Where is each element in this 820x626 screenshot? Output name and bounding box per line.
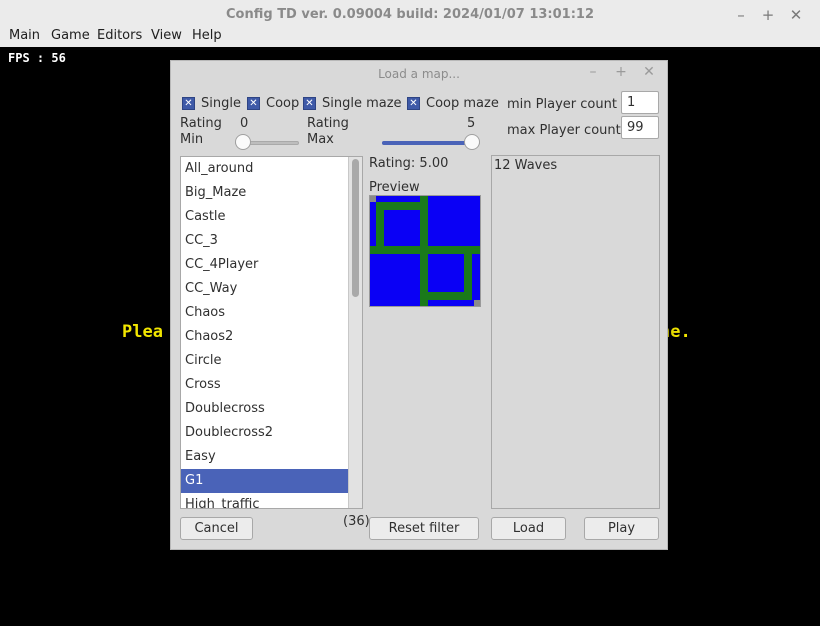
filter-coop-checkbox[interactable]: ✕ Coop bbox=[247, 95, 299, 111]
rating-min-label-line2: Min bbox=[180, 132, 204, 147]
max-player-input[interactable]: 99 bbox=[621, 116, 659, 139]
min-player-input[interactable]: 1 bbox=[621, 91, 659, 114]
map-list-item[interactable]: Castle bbox=[181, 205, 362, 229]
map-list-item[interactable]: CC_Way bbox=[181, 277, 362, 301]
filter-coop-maze-checkbox[interactable]: ✕ Coop maze bbox=[407, 95, 499, 111]
fps-counter: FPS : 56 bbox=[8, 51, 66, 65]
filter-coop-label: Coop bbox=[266, 95, 300, 111]
map-description-text: 12 Waves bbox=[494, 158, 558, 173]
map-preview-graphic bbox=[370, 196, 480, 306]
menu-game[interactable]: Game bbox=[51, 28, 90, 43]
map-list-item[interactable]: G1 bbox=[181, 469, 362, 493]
filter-single-checkbox[interactable]: ✕ Single bbox=[182, 95, 241, 111]
rating-min-value: 0 bbox=[240, 116, 249, 131]
reset-filter-button[interactable]: Reset filter bbox=[369, 517, 479, 540]
map-list-item[interactable]: Big_Maze bbox=[181, 181, 362, 205]
minimize-button[interactable]: – bbox=[730, 4, 752, 26]
map-count: (36) bbox=[343, 514, 370, 529]
filter-single-label: Single bbox=[201, 95, 241, 111]
maximize-button[interactable]: + bbox=[757, 4, 779, 26]
rating-max-slider[interactable] bbox=[382, 134, 480, 152]
slider-handle[interactable] bbox=[235, 134, 251, 150]
map-list-item[interactable]: Circle bbox=[181, 349, 362, 373]
load-button[interactable]: Load bbox=[491, 517, 566, 540]
app-window: Config TD ver. 0.09004 build: 2024/01/07… bbox=[0, 0, 820, 626]
slider-handle[interactable] bbox=[464, 134, 480, 150]
min-player-label: min Player count bbox=[507, 97, 617, 112]
dialog-minimize-button[interactable]: – bbox=[584, 64, 602, 80]
map-list-item[interactable]: CC_4Player bbox=[181, 253, 362, 277]
preview-label: Preview bbox=[369, 180, 420, 195]
map-list-scrollbar[interactable] bbox=[348, 157, 362, 508]
filter-coop-maze-label: Coop maze bbox=[426, 95, 499, 111]
map-preview bbox=[369, 195, 481, 307]
play-button[interactable]: Play bbox=[584, 517, 659, 540]
rating-min-slider[interactable] bbox=[235, 134, 299, 152]
filter-single-maze-label: Single maze bbox=[322, 95, 402, 111]
slider-fill bbox=[382, 141, 472, 145]
scrollbar-thumb[interactable] bbox=[352, 159, 359, 297]
map-list-items: All_around Big_Maze Castle CC_3 CC_4Player CC… bbox=[181, 157, 362, 508]
map-list-item[interactable]: High_traffic bbox=[181, 493, 362, 508]
filter-single-maze-checkbox[interactable]: ✕ Single maze bbox=[303, 95, 402, 111]
rating-max-label-line1: Rating bbox=[307, 116, 349, 131]
map-list-item[interactable]: Doublecross2 bbox=[181, 421, 362, 445]
map-list-item[interactable]: Cross bbox=[181, 373, 362, 397]
menu-bar: Main Game Editors View Help bbox=[0, 26, 820, 47]
dialog-maximize-button[interactable]: + bbox=[612, 64, 630, 80]
dialog-title-bar: Load a map... – + ✕ bbox=[171, 61, 667, 87]
check-icon: ✕ bbox=[182, 96, 195, 110]
check-icon: ✕ bbox=[407, 96, 420, 110]
dialog-close-button[interactable]: ✕ bbox=[640, 64, 658, 80]
background-message-left: Plea bbox=[122, 322, 163, 342]
map-list-item[interactable]: Easy bbox=[181, 445, 362, 469]
window-title: Config TD ver. 0.09004 build: 2024/01/07… bbox=[226, 7, 594, 22]
map-list-item[interactable]: All_around bbox=[181, 157, 362, 181]
map-list-item[interactable]: Chaos2 bbox=[181, 325, 362, 349]
preview-path-segment bbox=[464, 252, 472, 300]
preview-end-marker bbox=[474, 300, 480, 306]
menu-view[interactable]: View bbox=[151, 28, 182, 43]
rating-max-value: 5 bbox=[467, 116, 476, 131]
menu-help[interactable]: Help bbox=[192, 28, 222, 43]
menu-editors[interactable]: Editors bbox=[97, 28, 142, 43]
map-list-item[interactable]: Doublecross bbox=[181, 397, 362, 421]
preview-start-marker bbox=[370, 196, 376, 202]
max-player-label: max Player count bbox=[507, 123, 621, 138]
map-description: 12 Waves bbox=[491, 155, 660, 509]
preview-path-segment bbox=[370, 246, 480, 254]
rating-max-label-line2: Max bbox=[307, 132, 334, 147]
preview-path-segment bbox=[420, 292, 470, 300]
check-icon: ✕ bbox=[247, 96, 260, 110]
map-list-item[interactable]: CC_3 bbox=[181, 229, 362, 253]
map-list[interactable]: All_around Big_Maze Castle CC_3 CC_4Player CC… bbox=[180, 156, 363, 509]
close-button[interactable]: ✕ bbox=[785, 4, 807, 26]
rating-display: Rating: 5.00 bbox=[369, 156, 449, 171]
load-map-dialog: Load a map... – + ✕ ✕ Single ✕ Coop ✕ Si… bbox=[170, 60, 668, 550]
rating-min-label-line1: Rating bbox=[180, 116, 222, 131]
cancel-button[interactable]: Cancel bbox=[180, 517, 253, 540]
menu-main[interactable]: Main bbox=[9, 28, 40, 43]
check-icon: ✕ bbox=[303, 96, 316, 110]
map-list-item[interactable]: Chaos bbox=[181, 301, 362, 325]
